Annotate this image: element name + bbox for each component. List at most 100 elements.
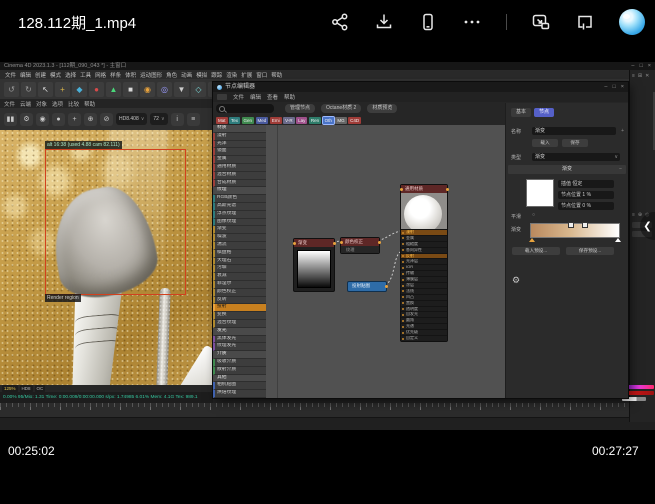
dock-icon: ⊞	[638, 73, 642, 79]
node-type-item: 烘焙纹理	[213, 390, 266, 398]
c4d-menu-item: 模拟	[196, 71, 207, 79]
gradient-preview	[297, 250, 331, 288]
top-bar-actions	[330, 0, 645, 44]
video-player-window: 128.112期_1.mp4	[0, 0, 655, 504]
node-type-item: 合成材质	[213, 180, 266, 188]
node-type-item: 纹理	[213, 187, 266, 195]
share-icon[interactable]	[330, 12, 350, 32]
type-dropdown: 渐变	[532, 153, 620, 161]
c4d-menu-item: 渲染	[226, 71, 237, 79]
live-viewer-tool-icon: ▮▮	[4, 113, 17, 126]
window-control-icon: ×	[621, 83, 624, 91]
render-region-rectangle	[45, 149, 186, 295]
material-param-row: 自定义	[401, 335, 447, 341]
node-type-item: 介质	[213, 351, 266, 359]
node-editor-title: 节点编辑器	[225, 82, 255, 92]
live-viewer-tool-icon: ◉	[36, 113, 49, 126]
category-chip: Tex	[229, 117, 240, 124]
node-type-item: 材质	[213, 125, 266, 133]
c4d-menu-item: 跟踪	[211, 71, 222, 79]
node-type-item: 吸收介质	[213, 359, 266, 367]
c4d-menu-item: 创建	[35, 71, 46, 79]
node-type-item: 漫射	[213, 133, 266, 141]
category-chip: Ren	[309, 117, 321, 124]
category-chip: Lay	[296, 117, 307, 124]
live-viewer-menubar: 文件云端对象选项比较帮助	[0, 99, 213, 108]
material-preview-sphere	[401, 193, 447, 229]
search-icon	[219, 106, 225, 112]
render-status-bar: 0.00% 95/Mio: 1.31 Time: 0:00.009/0:00:0…	[0, 392, 213, 403]
miniplayer-icon[interactable]	[575, 12, 595, 32]
live-viewer-menu-item: 选项	[52, 100, 63, 108]
node-type-item: 投射	[213, 304, 266, 312]
viewer-tag: HD8	[20, 385, 33, 392]
color-swatch	[526, 179, 554, 207]
handle-ring	[74, 313, 122, 328]
gradient-node-header: 渐变	[294, 239, 334, 247]
more-icon[interactable]	[462, 12, 482, 32]
gradient-label: 渐变	[511, 226, 521, 233]
app-icon	[217, 85, 222, 90]
node-type-item: 其他	[213, 375, 266, 383]
gradient-ramp	[530, 223, 620, 238]
c4d-toolbar-icon: ↖	[38, 82, 53, 97]
c4d-menu-item: 文件	[5, 71, 16, 79]
color-correct-node-header: 颜色校正	[341, 238, 379, 246]
node-editor-menu-item: 编辑	[250, 93, 261, 101]
window-control-icon: –	[631, 62, 634, 70]
node-editor-window: 节点编辑器 –□× 文件编辑查看帮助 管理节点Octane材质 2材质预览 Ma…	[213, 82, 628, 398]
node-type-item: 菲涅尔	[213, 281, 266, 289]
c4d-toolbar-icon: ▲	[106, 82, 121, 97]
download-icon[interactable]	[374, 12, 394, 32]
name-field: 渐变	[532, 127, 616, 135]
divider	[506, 14, 507, 30]
c4d-menu-item: 选择	[65, 71, 76, 79]
c4d-menu-item: 动画	[181, 71, 192, 79]
node-type-item: 纹理发光	[213, 343, 266, 351]
node-type-item: 浮点纹理	[213, 211, 266, 219]
node-type-item: 变换	[213, 312, 266, 320]
pip-icon[interactable]	[531, 12, 551, 32]
color-correct-node: 颜色校正 纹理	[340, 237, 380, 254]
handle-ring	[74, 326, 122, 341]
window-control-icon: □	[612, 83, 615, 91]
c4d-toolbar-icon: ●	[89, 82, 104, 97]
dock-icon: ≡	[632, 212, 635, 218]
avatar[interactable]	[619, 9, 645, 35]
live-viewer-tool-icon: ⊕	[84, 113, 97, 126]
c4d-titlebar: Cinema 4D 2023.1.3 - [112期_090_043 *] - …	[0, 62, 655, 70]
knot-position-field-1: 节点位置 1 %	[558, 191, 614, 199]
handle-ring	[74, 339, 122, 354]
node-type-item: 黑体发光	[213, 336, 266, 344]
phone-icon[interactable]	[418, 12, 438, 32]
node-type-item: 金属	[213, 156, 266, 164]
node-type-item: 湍流	[213, 242, 266, 250]
c4d-menu-item: 网格	[95, 71, 106, 79]
load-preset-button: 载入预设...	[512, 247, 560, 255]
timeline-track	[0, 417, 655, 430]
knot-position-field-2: 节点位置 0 %	[558, 202, 614, 210]
c4d-menu-item: 工具	[80, 71, 91, 79]
node-type-list: 材质漫射光泽镜面金属通用材质混合材质合成材质纹理RGB颜色高斯光谱浮点纹理图像纹…	[213, 125, 266, 398]
live-viewer-menu-item: 比较	[68, 100, 79, 108]
video-title: 128.112期_1.mp4	[18, 12, 136, 33]
thin-brush	[156, 288, 170, 385]
c4d-title-text: Cinema 4D 2023.1.3 - [112期_090_043 *] - …	[4, 63, 126, 69]
node-type-item: RGB颜色	[213, 195, 266, 203]
node-type-item: 渐变	[213, 226, 266, 234]
live-viewer-menu-item: 文件	[4, 100, 15, 108]
top-bar: 128.112期_1.mp4	[0, 0, 655, 44]
node-properties-panel: 基本节点 名称 渐变 + 载入 保存 类型 渐变 ∨ 渐变− 插值 恒定 节点位…	[505, 103, 628, 398]
render-image: alt 16:38 (used 4.88 cam 82.111) Render …	[0, 130, 213, 385]
samples-dropdown: 72∨	[150, 113, 167, 125]
c4d-right-dock: ≡⊞✕ ≡⊕◎	[629, 70, 655, 422]
timeline-ruler	[0, 403, 655, 417]
node-type-item: 噪波	[213, 234, 266, 242]
node-type-item: 图像纹理	[213, 219, 266, 227]
live-viewer-tool-icon: +	[68, 113, 81, 126]
live-viewer-toolbar-icons: ▮▮⚙◉●+⊕⊘	[4, 113, 113, 126]
gradient-knot	[568, 222, 574, 228]
c4d-menu-item: 体积	[125, 71, 136, 79]
video-stage[interactable]: Cinema 4D 2023.1.3 - [112期_090_043 *] - …	[0, 44, 655, 438]
node-type-item: 通用材质	[213, 164, 266, 172]
